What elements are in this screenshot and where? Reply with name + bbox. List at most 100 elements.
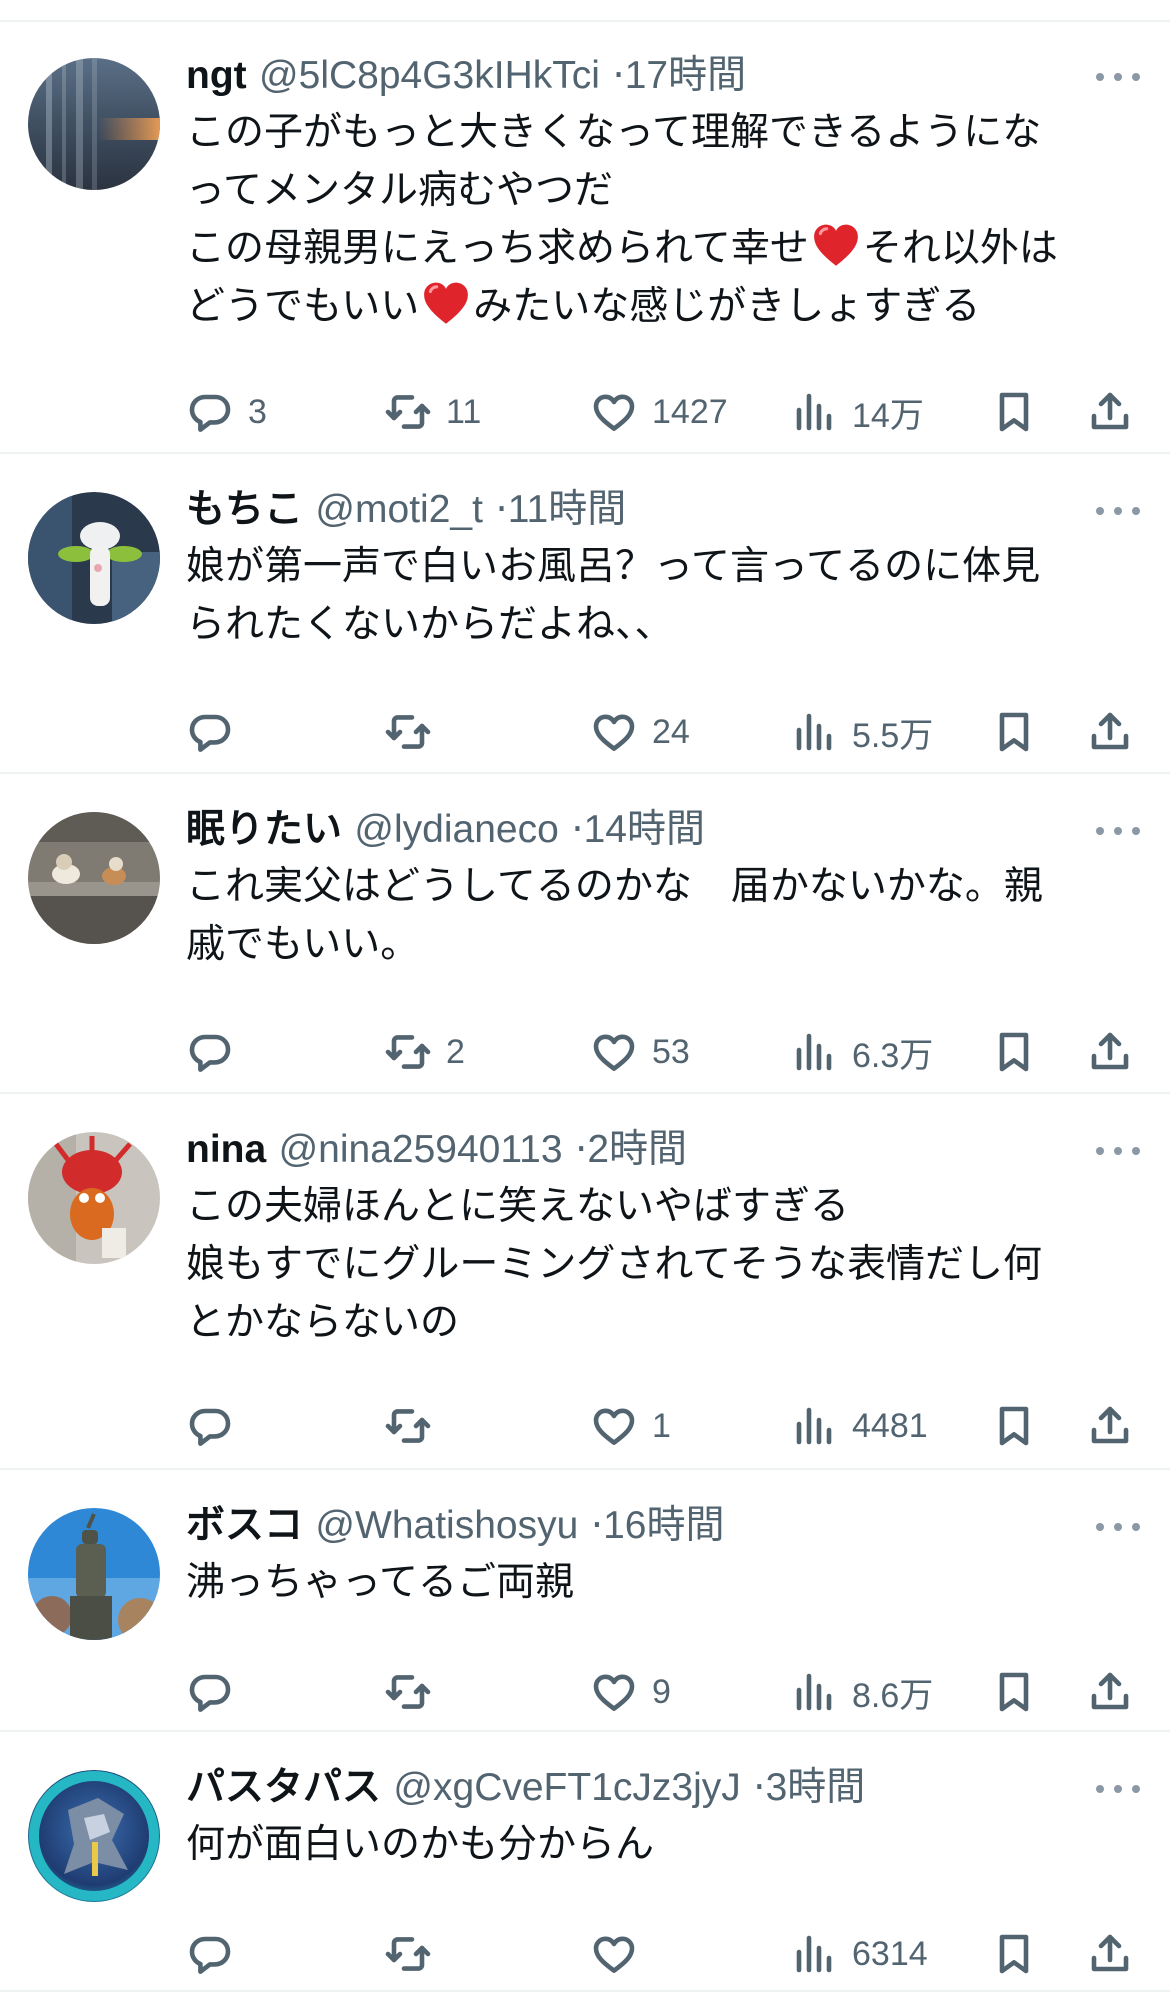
bookmark-button[interactable] bbox=[990, 1662, 1038, 1722]
share-upload-icon bbox=[1086, 388, 1134, 436]
timestamp[interactable]: 17時間 bbox=[625, 54, 746, 97]
tweet-header: パスタパス @xgCveFT1cJz3jyJ ·3時間 bbox=[186, 1760, 1080, 1816]
tweet-text-line: 沸っちゃってるご両親 bbox=[186, 1554, 1146, 1612]
timestamp[interactable]: 11時間 bbox=[508, 488, 627, 531]
bookmark-button[interactable] bbox=[990, 382, 1038, 442]
reply-tweet[interactable]: 眠りたい @lydianeco ·14時間 これ実父はどうしてるのかな 届かない… bbox=[0, 776, 1170, 1094]
display-name[interactable]: 眠りたい bbox=[186, 808, 342, 851]
bookmark-icon bbox=[990, 1668, 1038, 1716]
bookmark-icon bbox=[990, 388, 1038, 436]
share-button[interactable] bbox=[1086, 1022, 1134, 1082]
share-button[interactable] bbox=[1086, 382, 1134, 442]
share-button[interactable] bbox=[1086, 1662, 1134, 1722]
retweet-icon bbox=[384, 1028, 432, 1076]
tweet-text-segment: ってメンタル病むやつだ bbox=[186, 168, 614, 213]
separator-dot: · bbox=[574, 1127, 588, 1172]
user-handle[interactable]: @nina25940113 bbox=[279, 1128, 563, 1171]
reply-tweet[interactable]: nina @nina25940113 ·2時間 この夫婦ほんとに笑えないやばすぎ… bbox=[0, 1096, 1170, 1470]
tweet-text-segment: この母親男にえっち求められて幸せ bbox=[186, 226, 809, 271]
reply-tweet[interactable]: もちこ @moti2_t ·11時間 娘が第一声で白いお風呂？って言ってるのに体… bbox=[0, 456, 1170, 774]
share-button[interactable] bbox=[1086, 1396, 1134, 1456]
user-handle[interactable]: @Whatishosyu bbox=[315, 1504, 578, 1547]
share-button[interactable] bbox=[1086, 1924, 1134, 1984]
more-dots-icon[interactable] bbox=[1088, 1512, 1148, 1542]
like-count: 24 bbox=[652, 712, 690, 751]
like-button[interactable]: 1427 bbox=[590, 382, 728, 442]
like-button[interactable] bbox=[590, 1924, 652, 1984]
share-upload-icon bbox=[1086, 1930, 1134, 1978]
user-handle[interactable]: @lydianeco bbox=[354, 808, 558, 851]
avatar[interactable] bbox=[28, 1132, 160, 1264]
tweet-header: ngt @5lC8p4G3kIHkTci ·17時間 bbox=[186, 48, 1080, 104]
retweet-button[interactable] bbox=[384, 702, 446, 762]
heart-outline-icon bbox=[590, 1402, 638, 1450]
reply-button[interactable] bbox=[186, 1662, 248, 1722]
avatar[interactable] bbox=[28, 1508, 160, 1640]
like-button[interactable]: 24 bbox=[590, 702, 690, 762]
timestamp[interactable]: 2時間 bbox=[587, 1128, 687, 1171]
reply-button[interactable] bbox=[186, 1924, 248, 1984]
reply-bubble-icon bbox=[186, 388, 234, 436]
retweet-button[interactable] bbox=[384, 1396, 446, 1456]
retweet-icon bbox=[384, 708, 432, 756]
action-bar: 3 11 1427 14万 bbox=[0, 382, 1170, 442]
like-button[interactable]: 1 bbox=[590, 1396, 671, 1456]
timestamp[interactable]: 14時間 bbox=[584, 808, 705, 851]
bookmark-button[interactable] bbox=[990, 1924, 1038, 1984]
views-button[interactable]: 4481 bbox=[790, 1396, 928, 1456]
views-button[interactable]: 8.6万 bbox=[790, 1662, 933, 1722]
avatar[interactable] bbox=[28, 812, 160, 944]
reply-tweet[interactable]: パスタパス @xgCveFT1cJz3jyJ ·3時間 何が面白いのかも分からん… bbox=[0, 1734, 1170, 1992]
reply-button[interactable] bbox=[186, 1396, 248, 1456]
bookmark-button[interactable] bbox=[990, 1022, 1038, 1082]
views-button[interactable]: 6.3万 bbox=[790, 1022, 933, 1082]
reply-button[interactable] bbox=[186, 1022, 248, 1082]
user-handle[interactable]: @moti2_t bbox=[315, 488, 482, 531]
more-dots-icon[interactable] bbox=[1088, 496, 1148, 526]
bookmark-button[interactable] bbox=[990, 702, 1038, 762]
timestamp[interactable]: 3時間 bbox=[766, 1766, 866, 1809]
more-dots-icon[interactable] bbox=[1088, 62, 1148, 92]
display-name[interactable]: ボスコ bbox=[186, 1504, 303, 1547]
user-handle[interactable]: @5lC8p4G3kIHkTci bbox=[259, 54, 600, 97]
more-dots-icon[interactable] bbox=[1088, 816, 1148, 846]
user-handle[interactable]: @xgCveFT1cJz3jyJ bbox=[393, 1766, 740, 1809]
tweet-header: もちこ @moti2_t ·11時間 bbox=[186, 482, 1080, 538]
avatar[interactable] bbox=[28, 58, 160, 190]
reply-tweet[interactable]: ボスコ @Whatishosyu ·16時間 沸っちゃってるご両親 9 8.6万 bbox=[0, 1472, 1170, 1732]
tweet-text-segment: 娘が第一声で白いお風呂？って言ってるのに体見 bbox=[186, 544, 1041, 589]
like-count: 1 bbox=[652, 1406, 671, 1445]
reply-button[interactable]: 3 bbox=[186, 382, 267, 442]
reply-button[interactable] bbox=[186, 702, 248, 762]
avatar[interactable] bbox=[28, 1770, 160, 1902]
display-name[interactable]: nina bbox=[186, 1128, 266, 1171]
avatar[interactable] bbox=[28, 492, 160, 624]
views-button[interactable]: 6314 bbox=[790, 1924, 928, 1984]
display-name[interactable]: もちこ bbox=[186, 488, 303, 531]
retweet-button[interactable]: 11 bbox=[384, 382, 481, 442]
bookmark-button[interactable] bbox=[990, 1396, 1038, 1456]
reply-bubble-icon bbox=[186, 1930, 234, 1978]
retweet-button[interactable] bbox=[384, 1662, 446, 1722]
red-heart-emoji bbox=[813, 224, 858, 266]
views-button[interactable]: 5.5万 bbox=[790, 702, 933, 762]
like-count: 9 bbox=[652, 1672, 671, 1711]
retweet-button[interactable] bbox=[384, 1924, 446, 1984]
more-dots-icon[interactable] bbox=[1088, 1774, 1148, 1804]
timestamp[interactable]: 16時間 bbox=[603, 1504, 724, 1547]
share-button[interactable] bbox=[1086, 702, 1134, 762]
like-button[interactable]: 9 bbox=[590, 1662, 671, 1722]
like-button[interactable]: 53 bbox=[590, 1022, 690, 1082]
views-button[interactable]: 14万 bbox=[790, 382, 924, 442]
tweet-text-line: これ実父はどうしてるのかな 届かないかな。親 bbox=[186, 858, 1146, 916]
reply-tweet[interactable]: ngt @5lC8p4G3kIHkTci ·17時間 この子がもっと大きくなって… bbox=[0, 22, 1170, 454]
display-name[interactable]: パスタパス bbox=[186, 1766, 381, 1809]
views-count: 5.5万 bbox=[852, 716, 934, 755]
display-name[interactable]: ngt bbox=[186, 54, 247, 97]
more-dots-icon[interactable] bbox=[1088, 1136, 1148, 1166]
tweet-text-line: 娘が第一声で白いお風呂？って言ってるのに体見 bbox=[186, 538, 1146, 596]
tweet-text-segment: 沸っちゃってるご両親 bbox=[186, 1560, 575, 1605]
share-upload-icon bbox=[1086, 1028, 1134, 1076]
reply-bubble-icon bbox=[186, 1402, 234, 1450]
retweet-button[interactable]: 2 bbox=[384, 1022, 465, 1082]
